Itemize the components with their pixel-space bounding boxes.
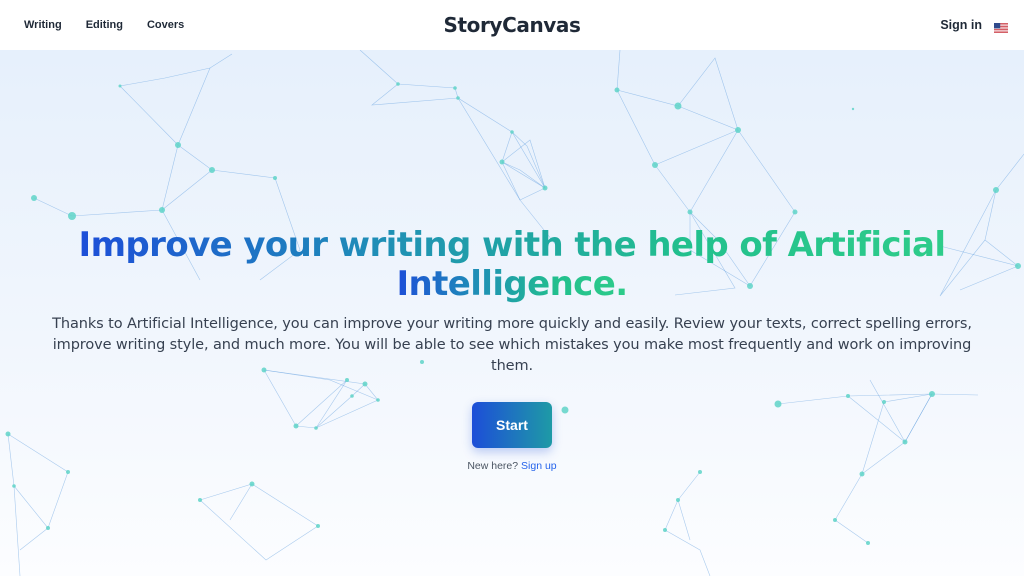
network-background-graphic bbox=[5, 50, 1024, 576]
account-nav: Sign in bbox=[940, 0, 1008, 50]
hero-subtitle: Thanks to Artificial Intelligence, you c… bbox=[52, 316, 972, 374]
us-flag-icon[interactable] bbox=[994, 20, 1008, 33]
start-button[interactable]: Start bbox=[472, 402, 552, 448]
hero-headline: Improve your writing with the help of Ar… bbox=[0, 226, 1024, 304]
nav-link-covers[interactable]: Covers bbox=[147, 19, 184, 31]
brand-logo[interactable]: StoryCanvas bbox=[443, 13, 580, 37]
hero-section: Improve your writing with the help of Ar… bbox=[0, 50, 1024, 576]
hero-headline-text: Improve your writing with the help of Ar… bbox=[78, 225, 946, 304]
signup-prompt: New here? Sign up bbox=[0, 460, 1024, 472]
primary-nav: Writing Editing Covers bbox=[24, 0, 184, 50]
top-navigation-bar: Writing Editing Covers StoryCanvas Sign … bbox=[0, 0, 1024, 50]
nav-link-editing[interactable]: Editing bbox=[86, 19, 123, 31]
nav-link-writing[interactable]: Writing bbox=[24, 19, 62, 31]
sign-up-link[interactable]: Sign up bbox=[521, 460, 557, 472]
us-flag-graphic bbox=[994, 23, 1008, 33]
new-here-text: New here? bbox=[467, 460, 519, 472]
sign-in-link[interactable]: Sign in bbox=[940, 18, 982, 32]
